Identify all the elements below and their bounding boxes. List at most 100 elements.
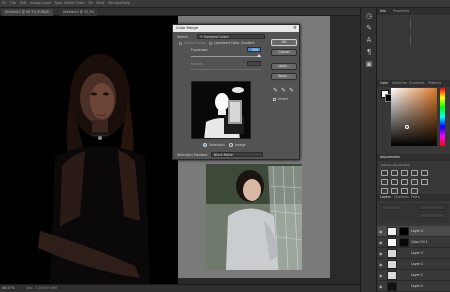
localized-label: Localized Color Clusters [214, 41, 255, 45]
select-dropdown[interactable]: ✎ Sampled Colors [197, 34, 265, 39]
cancel-button[interactable]: Cancel [271, 49, 297, 56]
layer-thumbnail [387, 282, 397, 291]
tab-info[interactable]: Info [380, 9, 386, 13]
tab-channels[interactable]: Channels [394, 195, 409, 199]
layer-row[interactable]: ◉ Layer 1 [377, 270, 450, 281]
black-white-icon[interactable] [401, 179, 408, 185]
curves-icon[interactable] [401, 170, 408, 176]
eye-icon[interactable]: ◉ [379, 284, 383, 289]
brush-icon[interactable]: ✎ [365, 24, 373, 32]
color-picker-field[interactable] [391, 88, 437, 146]
tab-layers[interactable]: Layers [380, 195, 391, 199]
panel-icon-strip: ◷ ✎ A ¶ ▣ [360, 8, 376, 292]
portrait-photo [0, 16, 178, 284]
menu-view[interactable]: View [96, 1, 104, 5]
photoshop-window: Ps File Edit Image Layer Type Select Fil… [0, 0, 450, 292]
info-xy-block [381, 34, 411, 46]
color-balance-icon[interactable] [391, 179, 398, 185]
layer-thumbnail [387, 227, 397, 236]
menu-select[interactable]: Select [64, 1, 75, 5]
eyedropper-icon[interactable]: ✎ [273, 87, 278, 94]
menu-file[interactable]: File [10, 1, 16, 5]
color-picker-cursor[interactable] [405, 125, 409, 129]
eye-icon[interactable]: ◉ [379, 240, 383, 245]
history-icon[interactable]: ◷ [365, 12, 373, 20]
selection-preview-dropdown[interactable]: Black Matte [211, 152, 263, 157]
fuzziness-input[interactable]: 200 [247, 47, 261, 52]
status-bar: 66.67% Doc: 7.20M/19.8M [0, 284, 360, 292]
doc-tab-1[interactable]: Untitled-1 @ 66.7% (RGB/8) [2, 9, 53, 16]
tab-paths[interactable]: Paths [411, 195, 420, 199]
layers-tabs: Layers Channels Paths [377, 194, 450, 201]
tab-adjustments[interactable]: Adjustments [380, 155, 400, 159]
tab-gradients[interactable]: Gradients [409, 81, 425, 85]
detect-faces-label: Detect Faces [184, 41, 206, 45]
image-radio[interactable] [229, 143, 233, 147]
selection-preview-image[interactable] [191, 81, 251, 139]
doc-size: Doc: 7.20M/19.8M [26, 286, 57, 290]
menu-app[interactable]: Ps [2, 1, 6, 5]
tab-properties[interactable]: Properties [393, 9, 409, 13]
layer-name: Layer 2 [411, 262, 423, 266]
layer-thumbnail [387, 238, 397, 247]
close-icon[interactable]: × [293, 25, 297, 32]
brightness-icon[interactable] [381, 170, 388, 176]
opacity-field[interactable] [419, 213, 445, 218]
menu-layer[interactable]: Layer [42, 1, 52, 5]
tab-swatches[interactable]: Swatches [392, 81, 407, 85]
invert-checkbox[interactable] [273, 98, 276, 101]
tab-patterns[interactable]: Patterns [428, 81, 441, 85]
menu-window[interactable]: Window [108, 1, 122, 5]
tab-color[interactable]: Color [380, 81, 388, 85]
adjustments-subtitle: Add an adjustment [381, 163, 410, 167]
layer-thumbnail [387, 260, 397, 269]
hue-saturation-icon[interactable] [381, 179, 388, 185]
color-panel-tabs: Color Swatches Gradients Patterns [377, 80, 450, 87]
range-slider [191, 69, 261, 70]
layer-mask-thumbnail [399, 227, 409, 236]
layer-row[interactable]: ◉ Layer 2 [377, 259, 450, 270]
levels-icon[interactable] [391, 170, 398, 176]
detect-faces-checkbox[interactable] [179, 42, 182, 45]
dialog-title: Color Range [173, 25, 299, 32]
cube-icon[interactable]: ▣ [365, 60, 373, 68]
hue-slider[interactable] [440, 88, 445, 146]
layer-filter-dropdown[interactable] [381, 205, 401, 210]
layer-row[interactable]: ◉ Layer 3 [377, 248, 450, 259]
exposure-icon[interactable] [411, 170, 418, 176]
eye-icon[interactable]: ◉ [379, 273, 383, 278]
eyedropper-minus-icon[interactable]: ✎ [289, 87, 294, 94]
paragraph-icon[interactable]: ¶ [365, 48, 373, 56]
right-panels: Info Properties Color Swatches Gradients… [376, 8, 450, 292]
zoom-level[interactable]: 66.67% [2, 286, 15, 290]
selection-radio[interactable] [203, 143, 207, 147]
load-button[interactable]: Load... [271, 63, 297, 70]
menu-filter[interactable]: Filter [76, 1, 85, 5]
ok-button[interactable]: OK [271, 39, 297, 46]
menu-3d[interactable]: 3D [88, 1, 93, 5]
eye-icon[interactable]: ◉ [379, 251, 383, 256]
save-button[interactable]: Save... [271, 73, 297, 80]
info-rgb-block [381, 18, 411, 30]
doc-tab-2[interactable]: Untitled-2 @ 33.3% [60, 9, 98, 16]
menu-type[interactable]: Type [54, 1, 62, 5]
eyedropper-plus-icon[interactable]: ✎ [281, 87, 286, 94]
layer-row[interactable]: ◉ Layer 4 [377, 226, 450, 237]
vibrance-icon[interactable] [421, 170, 428, 176]
character-icon[interactable]: A [365, 36, 373, 44]
photo-filter-icon[interactable] [411, 179, 418, 185]
fuzziness-slider[interactable] [191, 56, 261, 57]
fuzziness-slider-handle[interactable] [257, 54, 261, 57]
layer-row[interactable]: ◉ Color Fill 1 [377, 237, 450, 248]
menu-help[interactable]: Help [122, 1, 130, 5]
layer-row[interactable]: ◉ Layer 0 [377, 281, 450, 292]
blend-mode-dropdown[interactable] [419, 205, 445, 210]
eye-icon[interactable]: ◉ [379, 262, 383, 267]
select-label: Select: [177, 35, 189, 39]
menu-image[interactable]: Image [30, 1, 41, 5]
localized-checkbox[interactable] [209, 42, 212, 45]
eye-icon[interactable]: ◉ [379, 229, 383, 234]
menu-bar: Ps File Edit Image Layer Type Select Fil… [0, 0, 450, 8]
channel-mixer-icon[interactable] [421, 179, 428, 185]
menu-edit[interactable]: Edit [20, 1, 27, 5]
